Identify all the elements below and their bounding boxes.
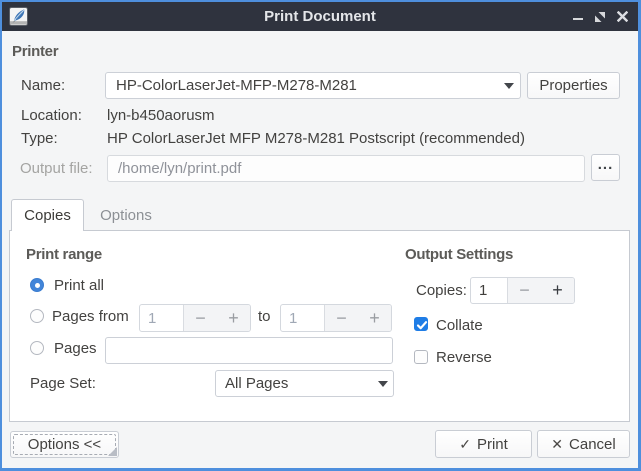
pages-to-minus-button[interactable]: − [325, 305, 358, 331]
page-set-label: Page Set: [30, 375, 96, 392]
browse-button-label: ... [598, 156, 614, 173]
pages-radio[interactable] [30, 341, 44, 355]
check-icon: ✓ [459, 436, 471, 453]
print-dialog-window: Print Document Printer Name: HP-ColorLas… [0, 0, 641, 471]
copies-spinbox[interactable]: 1 − + [470, 277, 575, 304]
pages-from-label[interactable]: Pages from [52, 308, 129, 325]
printer-section-heading: Printer [12, 43, 58, 60]
reverse-checkbox[interactable] [414, 350, 428, 364]
maximize-button[interactable] [588, 2, 612, 31]
checkmark-icon [416, 320, 428, 331]
close-icon [617, 11, 628, 22]
spin-buttons: − + [183, 305, 250, 331]
pages-to-plus-button[interactable]: + [358, 305, 391, 331]
page-set-arrow-icon [378, 381, 388, 387]
printer-name-combobox[interactable]: HP-ColorLaserJet-MFP-M278-M281 [105, 72, 521, 99]
spin-buttons: − + [507, 278, 574, 303]
maximize-icon [595, 12, 605, 22]
window-title: Print Document [2, 2, 638, 31]
corner-grip-icon [108, 447, 117, 456]
page-set-value: All Pages [225, 371, 288, 396]
page-set-dropdown[interactable]: All Pages [215, 370, 394, 397]
properties-button[interactable]: Properties [527, 72, 620, 99]
minimize-button[interactable] [566, 2, 590, 31]
tab-copies[interactable]: Copies [11, 199, 84, 231]
print-button[interactable]: ✓ Print [435, 430, 532, 458]
options-toggle-button[interactable]: Options << [10, 431, 119, 458]
print-all-label[interactable]: Print all [54, 277, 104, 294]
location-label: Location: [21, 107, 82, 124]
minimize-icon [573, 12, 583, 22]
cancel-button[interactable]: ✕ Cancel [537, 430, 630, 458]
print-button-label: Print [477, 436, 508, 453]
output-settings-heading: Output Settings [405, 246, 513, 263]
spin-buttons: − + [324, 305, 391, 331]
close-button[interactable] [610, 2, 634, 31]
printer-name-value: HP-ColorLaserJet-MFP-M278-M281 [116, 73, 357, 98]
copies-plus-button[interactable]: + [541, 278, 574, 303]
pages-input[interactable] [105, 337, 393, 364]
pages-to-spinbox[interactable]: 1 − + [280, 304, 392, 332]
pages-to-value: 1 [289, 305, 297, 331]
pages-label[interactable]: Pages [54, 340, 97, 357]
combobox-arrow-icon [504, 83, 514, 89]
type-value: HP ColorLaserJet MFP M278-M281 Postscrip… [107, 130, 525, 147]
to-label: to [258, 308, 271, 325]
type-label: Type: [21, 130, 58, 147]
copies-label: Copies: [416, 282, 467, 299]
name-label: Name: [21, 77, 65, 94]
cancel-button-label: Cancel [569, 436, 616, 453]
x-icon: ✕ [551, 436, 563, 453]
collate-label[interactable]: Collate [436, 317, 483, 334]
reverse-label[interactable]: Reverse [436, 349, 492, 366]
location-value: lyn-b450aorusm [107, 107, 215, 124]
tab-options[interactable]: Options [84, 200, 168, 230]
copies-value: 1 [479, 278, 487, 303]
pages-from-spinbox[interactable]: 1 − + [139, 304, 251, 332]
tab-copies-label: Copies [24, 207, 71, 224]
options-button-label: Options << [28, 436, 101, 453]
copies-minus-button[interactable]: − [508, 278, 541, 303]
output-file-field[interactable]: /home/lyn/print.pdf [107, 155, 585, 182]
pages-from-value: 1 [148, 305, 156, 331]
pages-from-radio[interactable] [30, 309, 44, 323]
print-range-heading: Print range [26, 246, 102, 263]
tab-options-label: Options [100, 207, 152, 224]
pages-from-plus-button[interactable]: + [217, 305, 250, 331]
properties-button-label: Properties [539, 77, 607, 94]
output-file-label: Output file: [20, 160, 93, 177]
collate-checkbox[interactable] [414, 317, 428, 331]
output-file-value: /home/lyn/print.pdf [118, 156, 241, 181]
print-all-radio[interactable] [30, 278, 44, 292]
titlebar[interactable]: Print Document [2, 2, 638, 31]
pages-from-minus-button[interactable]: − [184, 305, 217, 331]
browse-output-file-button[interactable]: ... [591, 154, 620, 181]
